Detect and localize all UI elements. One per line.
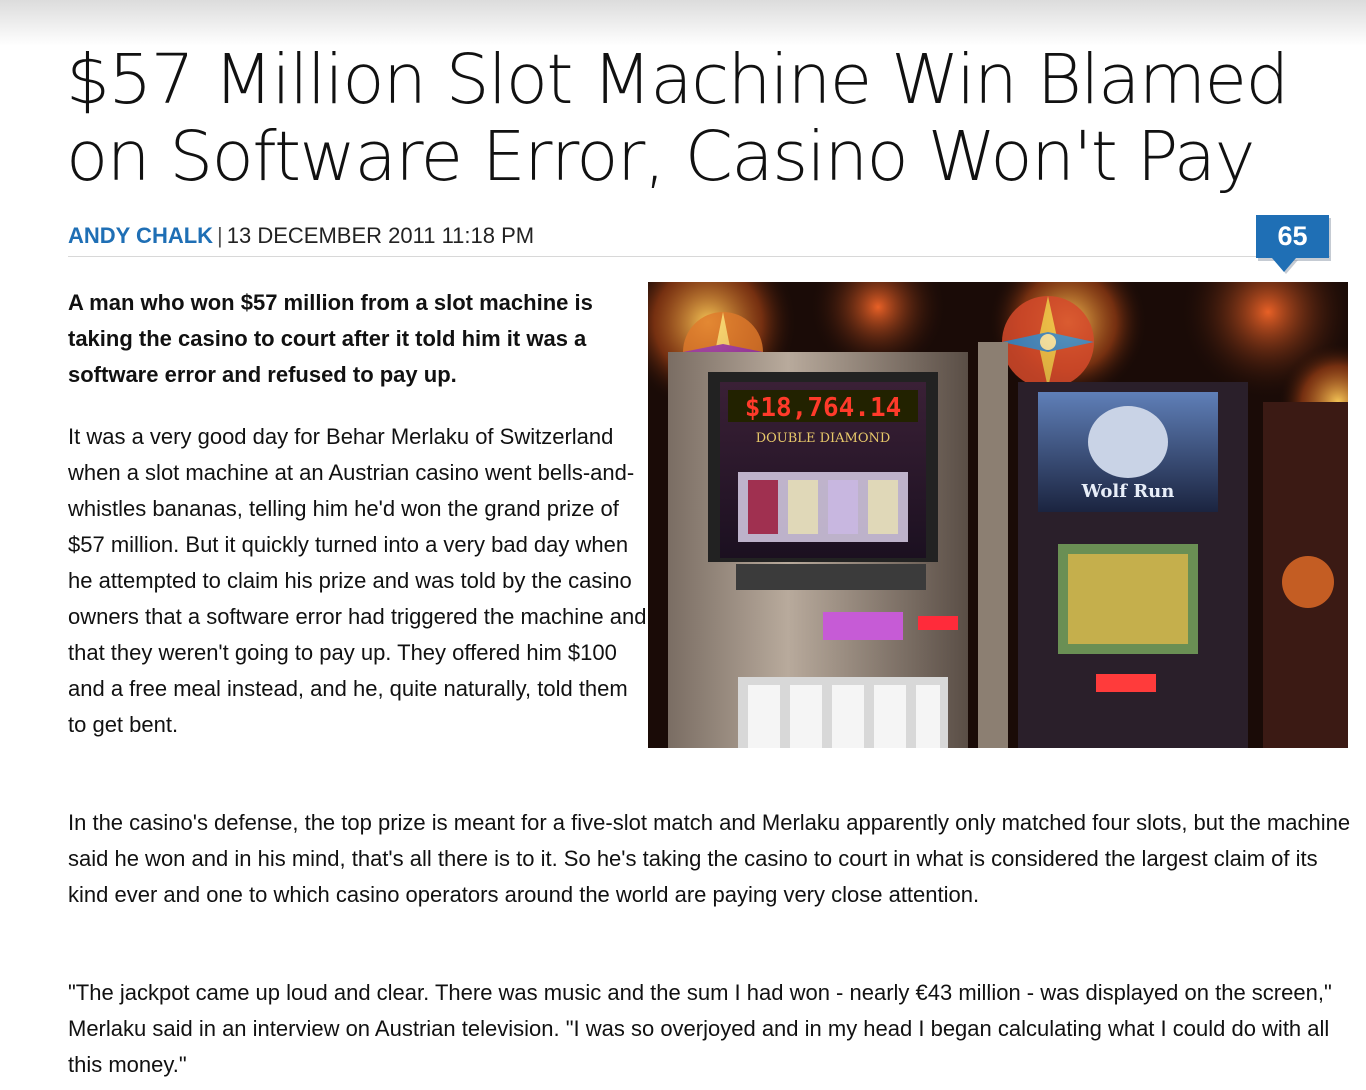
publish-date: 13 DECEMBER 2011 11:18 PM [226,223,535,248]
cabinet-divider [978,342,1008,748]
article-lede: A man who won $57 million from a slot ma… [68,290,593,387]
paytable [738,472,908,542]
comment-count-button[interactable]: 65 [1256,215,1329,258]
side-machine-name: Wolf Run [1081,481,1175,502]
led-strip [918,616,958,630]
reel-window [738,677,948,748]
button-panel [736,564,926,590]
byline-separator: | [217,223,223,248]
machine-name: DOUBLE DIAMOND [756,431,891,446]
article-paragraph: In the casino's defense, the top prize i… [68,810,1351,907]
article-paragraph: It was a very good day for Behar Merlaku… [68,424,647,737]
jackpot-display: $18,764.14 [745,393,902,423]
side-led-strip [1096,674,1156,692]
slot-logo-panel [823,612,903,640]
author-link[interactable]: ANDY CHALK [68,223,213,248]
slot-machine-photo: $18,764.14 DOUBLE DIAMOND Wolf Run [648,282,1348,748]
byline: ANDY CHALK | 13 DECEMBER 2011 11:18 PM [68,222,534,250]
comment-bubble-tail [1272,258,1296,272]
prize-wheel [1002,296,1094,388]
byline-divider [68,256,1330,257]
wolf-image [1088,406,1168,478]
article-paragraph: "The jackpot came up loud and clear. The… [68,980,1332,1077]
article-title: $57 Million Slot Machine Win Blamed on S… [66,40,1289,197]
